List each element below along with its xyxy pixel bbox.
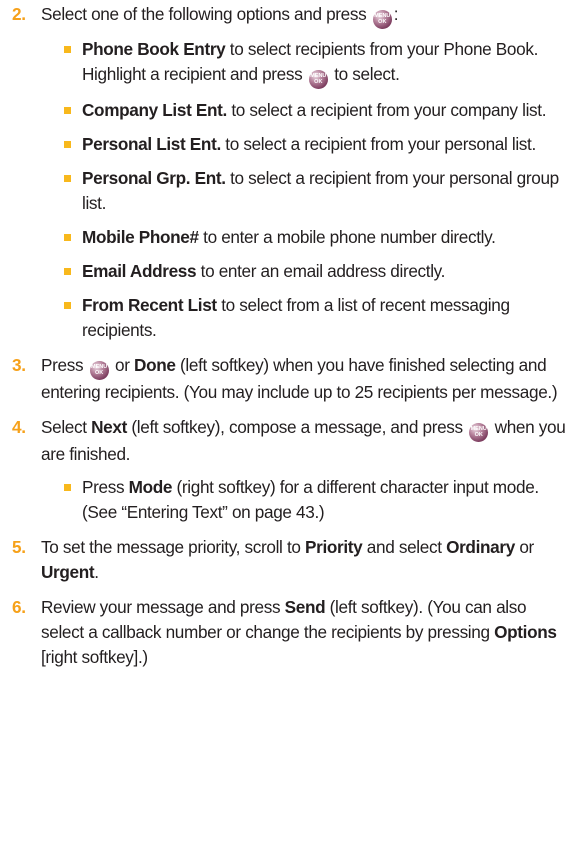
step-text: Select Next (left softkey), compose a me…	[41, 415, 571, 467]
option-item: Mobile Phone# to enter a mobile phone nu…	[41, 225, 571, 250]
option-term: Mobile Phone#	[82, 227, 199, 247]
key-icon-label: OK	[378, 19, 387, 25]
option-term: Mode	[128, 477, 173, 497]
softkey-name: Send	[284, 597, 326, 617]
option-item: Phone Book Entry to select recipients fr…	[41, 37, 571, 89]
bullet-icon	[64, 46, 71, 53]
step-text-part: and select	[362, 537, 447, 557]
step-number: 6.	[12, 597, 26, 617]
step-text-part: .	[94, 562, 99, 582]
step-number: 3.	[12, 355, 26, 375]
option-term: From Recent List	[82, 295, 217, 315]
step-text-part: [right softkey].)	[41, 647, 148, 667]
step-text-part: Review your message and press	[41, 597, 285, 617]
step-text: Review your message and press Send (left…	[41, 595, 571, 670]
option-term: Phone Book Entry	[82, 39, 226, 59]
option-text: to select a recipient from your company …	[226, 100, 547, 120]
step-text-part: or	[514, 537, 534, 557]
step-text-part: Select one of the following options and …	[41, 4, 371, 24]
option-item: Personal Grp. Ent. to select a recipient…	[41, 166, 571, 216]
step-2: 2. Select one of the following options a…	[0, 2, 579, 343]
bullet-icon	[64, 141, 71, 148]
menu-term: Urgent	[41, 562, 95, 582]
step-4: 4. Select Next (left softkey), compose a…	[0, 415, 579, 525]
softkey-name: Next	[91, 417, 127, 437]
bullet-icon	[64, 234, 71, 241]
key-icon-label: OK	[314, 79, 323, 85]
option-term: Company List Ent.	[82, 100, 227, 120]
step-number: 4.	[12, 417, 26, 437]
instruction-page: 2. Select one of the following options a…	[0, 2, 579, 680]
option-term: Personal List Ent.	[82, 134, 221, 154]
step-text: Press MENU OK or Done (left softkey) when…	[41, 353, 571, 405]
menu-term: Ordinary	[446, 537, 515, 557]
step-text-part: To set the message priority, scroll to	[41, 537, 305, 557]
option-item: Press Mode (right softkey) for a differe…	[41, 475, 571, 525]
menu-ok-key-icon: MENU OK	[89, 361, 109, 380]
bullet-icon	[64, 302, 71, 309]
key-icon-label: OK	[474, 432, 483, 438]
step-text-part: :	[393, 4, 399, 24]
option-text: Press	[82, 477, 129, 497]
softkey-name: Done	[134, 355, 176, 375]
menu-term: Priority	[305, 537, 363, 557]
step-number: 5.	[12, 537, 26, 557]
option-item: Email Address to enter an email address …	[41, 259, 571, 284]
step-text-part: or	[110, 355, 135, 375]
step-text-part: Select	[41, 417, 92, 437]
option-term: Email Address	[82, 261, 197, 281]
step-text: Select one of the following options and …	[41, 2, 571, 29]
option-text: to enter a mobile phone number directly.	[198, 227, 496, 247]
step-3: 3. Press MENU OK or Done (left softkey) w…	[0, 353, 579, 405]
softkey-name: Options	[494, 622, 557, 642]
step-5: 5. To set the message priority, scroll t…	[0, 535, 579, 585]
option-list: Press Mode (right softkey) for a differe…	[41, 475, 571, 525]
option-item: From Recent List to select from a list o…	[41, 293, 571, 343]
step-text: To set the message priority, scroll to P…	[41, 535, 571, 585]
menu-ok-key-icon: MENU OK	[372, 10, 392, 29]
step-text-part: (left softkey), compose a message, and p…	[126, 417, 468, 437]
bullet-icon	[64, 484, 71, 491]
bullet-icon	[64, 268, 71, 275]
option-text: to enter an email address directly.	[196, 261, 446, 281]
step-6: 6. Review your message and press Send (l…	[0, 595, 579, 670]
menu-ok-key-icon: MENU OK	[469, 423, 489, 442]
option-list: Phone Book Entry to select recipients fr…	[41, 37, 571, 343]
menu-ok-key-icon: MENU OK	[308, 70, 328, 89]
step-number: 2.	[12, 4, 26, 24]
option-text: to select.	[329, 64, 400, 84]
option-item: Company List Ent. to select a recipient …	[41, 98, 571, 123]
step-text-part: Press	[41, 355, 88, 375]
key-icon-label: OK	[94, 370, 104, 376]
option-term: Personal Grp. Ent.	[82, 168, 226, 188]
bullet-icon	[64, 107, 71, 114]
bullet-icon	[64, 175, 71, 182]
option-item: Personal List Ent. to select a recipient…	[41, 132, 571, 157]
option-text: to select a recipient from your personal…	[220, 134, 536, 154]
